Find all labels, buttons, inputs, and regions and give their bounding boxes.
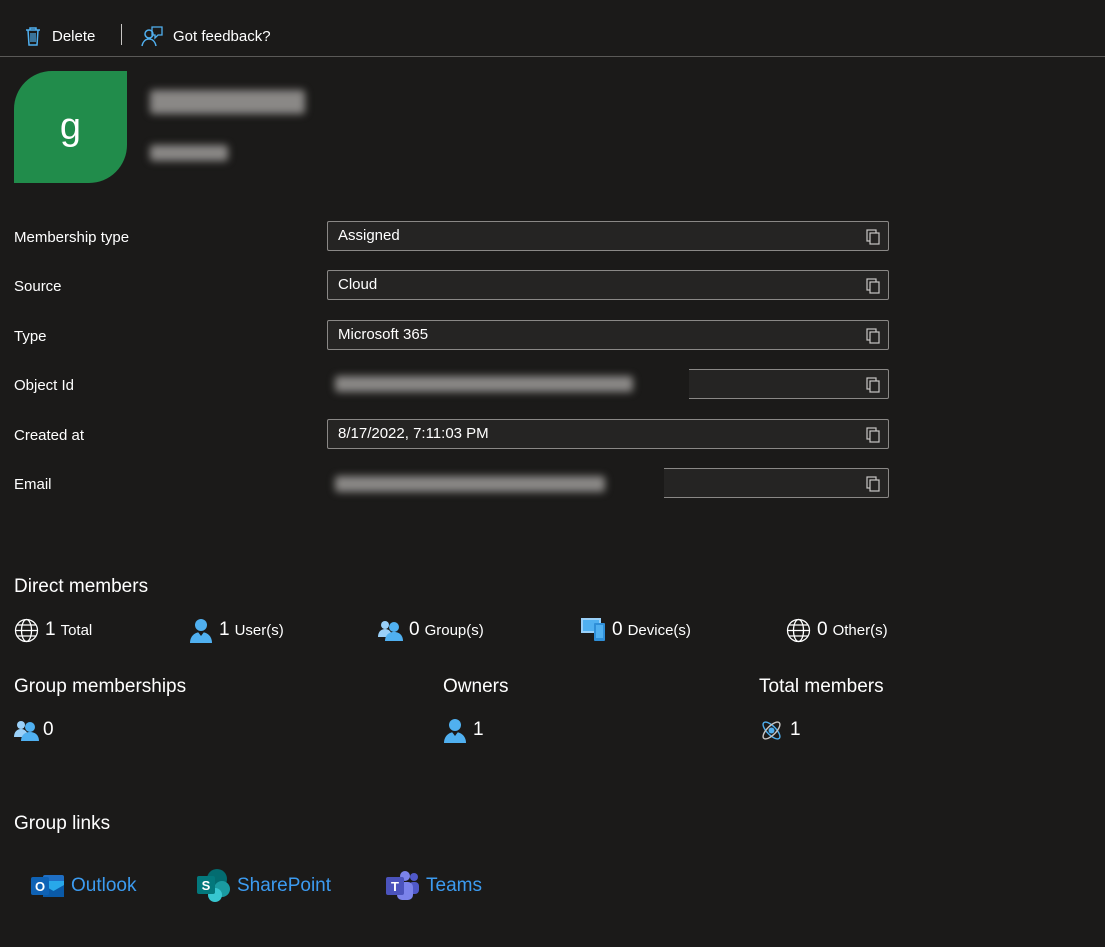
user-icon: [444, 718, 466, 743]
source-value: Cloud: [338, 276, 378, 293]
svg-text:S: S: [202, 878, 211, 893]
toolbar-divider: [121, 24, 122, 45]
others-count: 0: [817, 619, 828, 640]
type-value: Microsoft 365: [338, 326, 429, 343]
email-redacted: [335, 476, 605, 492]
group-memberships-count: 0: [43, 719, 54, 740]
teams-link[interactable]: T Teams: [386, 869, 482, 903]
total-count: 1: [45, 619, 56, 640]
total-label: Total: [60, 621, 93, 639]
type-label: Type: [14, 328, 47, 345]
outlook-link[interactable]: O Outlook: [31, 869, 136, 903]
trash-icon: [26, 27, 40, 46]
object-id-label: Object Id: [14, 377, 75, 394]
group-name-redacted: [150, 90, 305, 114]
email-label: Email: [14, 476, 52, 493]
groups-count: 0: [409, 619, 420, 640]
group-icon: [14, 721, 39, 741]
membership-type-label: Membership type: [14, 229, 130, 246]
svg-text:O: O: [35, 879, 45, 894]
teams-label: Teams: [426, 875, 482, 896]
stat-groups: 0 Group(s): [378, 616, 484, 644]
avatar-letter: g: [59, 105, 82, 148]
type-field: Microsoft 365: [327, 320, 889, 350]
sharepoint-icon: S: [197, 869, 230, 902]
owners-stat[interactable]: 1: [443, 716, 484, 744]
group-icon: [378, 621, 403, 641]
membership-type-value: Assigned: [338, 227, 400, 244]
group-links-title: Group links: [14, 813, 111, 834]
stat-users: 1 User(s): [189, 616, 284, 644]
delete-label: Delete: [52, 27, 96, 45]
stat-total: 1 Total: [14, 616, 92, 644]
globe-icon: [786, 618, 811, 642]
others-label: Other(s): [832, 621, 888, 639]
sharepoint-link[interactable]: S SharePoint: [197, 869, 331, 903]
stat-others: 0 Other(s): [786, 616, 888, 644]
copy-icon[interactable]: [866, 377, 880, 393]
copy-icon[interactable]: [866, 476, 880, 492]
stat-devices: 0 Device(s): [581, 616, 691, 644]
device-icon: [581, 618, 605, 641]
object-id-redacted: [335, 376, 633, 392]
membership-type-field: Assigned: [327, 221, 889, 251]
group-subtitle-redacted: [150, 145, 228, 161]
users-count: 1: [219, 619, 230, 640]
groups-label: Group(s): [424, 621, 484, 639]
total-members-count: 1: [790, 719, 801, 740]
direct-members-title: Direct members: [14, 576, 149, 597]
copy-icon[interactable]: [866, 427, 880, 443]
feedback-button[interactable]: Got feedback?: [141, 22, 271, 50]
atom-icon: [762, 720, 781, 740]
source-field: Cloud: [327, 270, 889, 300]
outlook-icon: O: [31, 875, 64, 897]
group-avatar: g: [14, 71, 127, 183]
users-label: User(s): [234, 621, 284, 639]
total-members-title: Total members: [759, 676, 884, 697]
outlook-label: Outlook: [71, 875, 137, 896]
sharepoint-label: SharePoint: [237, 875, 332, 896]
globe-icon: [14, 618, 39, 642]
copy-icon[interactable]: [866, 328, 880, 344]
created-at-label: Created at: [14, 427, 85, 444]
teams-icon: T: [386, 871, 419, 900]
svg-text:T: T: [391, 879, 399, 894]
total-members-stat[interactable]: 1: [759, 716, 801, 744]
owners-title: Owners: [443, 676, 509, 697]
group-memberships-title: Group memberships: [14, 676, 187, 697]
copy-icon[interactable]: [866, 229, 880, 245]
delete-button[interactable]: Delete: [24, 22, 95, 50]
created-at-field: 8/17/2022, 7:11:03 PM: [327, 419, 889, 449]
devices-count: 0: [612, 619, 623, 640]
source-label: Source: [14, 278, 62, 295]
user-icon: [190, 618, 212, 643]
feedback-label: Got feedback?: [173, 27, 271, 45]
devices-label: Device(s): [627, 621, 691, 639]
copy-icon[interactable]: [866, 278, 880, 294]
feedback-icon: [141, 26, 163, 47]
owners-count: 1: [473, 719, 484, 740]
group-memberships-stat[interactable]: 0: [14, 716, 54, 744]
created-at-value: 8/17/2022, 7:11:03 PM: [338, 425, 489, 442]
